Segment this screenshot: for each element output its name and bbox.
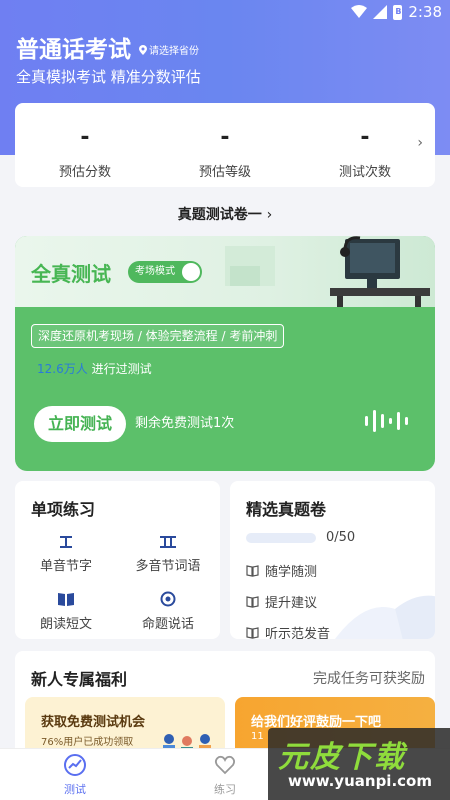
province-label: 请选择省份 (149, 46, 199, 57)
test-tab-icon (64, 754, 86, 776)
exam-mode-toggle[interactable]: 考场模式 (128, 261, 202, 283)
nav-tab-test[interactable]: 测试 (35, 753, 115, 797)
stat-label: 预估等级 (198, 165, 251, 180)
paper-link-label: 听示范发音 (265, 627, 331, 639)
tested-count-number: 12.6万人 (37, 362, 88, 376)
signal-icon (373, 5, 388, 19)
nav-tab-label: 练习 (214, 783, 236, 796)
watermark-url: www.yuanpi.com (288, 772, 432, 790)
stat-value: - (80, 125, 90, 150)
multi-syllable-icon (160, 536, 176, 548)
papers-progress-text: 0/50 (326, 530, 356, 545)
practice-multi-syllable[interactable]: 多音节词语 (122, 533, 214, 574)
link-improve-advice[interactable]: 提升建议 (246, 592, 317, 611)
status-bar: B 2:38 (0, 0, 450, 24)
stat-value: - (360, 125, 370, 150)
free-tests-remaining: 剩余免费测试1次 (135, 416, 235, 431)
nav-tab-label: 测试 (64, 783, 86, 796)
page-subtitle: 全真模拟考试 精准分数评估 (16, 68, 201, 86)
toggle-knob (182, 263, 200, 281)
watermark: 元皮下载 www.yuanpi.com (268, 728, 450, 800)
book-icon (246, 626, 259, 639)
sound-wave-icon (365, 410, 408, 432)
practice-topic-speech[interactable]: 命题说话 (122, 591, 214, 632)
paper-link-label: 随学随测 (265, 565, 318, 580)
exam-mode-label: 考场模式 (135, 266, 175, 277)
tested-count-suffix: 进行过测试 (91, 362, 152, 376)
single-practice-card: 单项练习 单音节字 多音节词语 朗读短文 命题说话 (15, 481, 220, 639)
page-title: 普通话考试 (16, 37, 131, 63)
practice-tab-icon (214, 755, 236, 775)
status-time: 2:38 (408, 3, 442, 21)
newbie-title: 新人专属福利 (31, 670, 128, 689)
practice-single-char[interactable]: 单音节字 (20, 533, 112, 574)
paper-selector-label: 真题测试卷一 (177, 207, 262, 223)
speech-icon (160, 591, 176, 607)
practice-label: 多音节词语 (135, 559, 201, 574)
link-demo-pronunciation[interactable]: 听示范发音 (246, 623, 330, 639)
practice-read-passage[interactable]: 朗读短文 (20, 591, 112, 632)
book-icon (246, 595, 259, 608)
location-pin-icon (139, 44, 147, 55)
single-char-icon (60, 536, 72, 548)
book-icon (58, 593, 74, 606)
papers-progress-bar (246, 533, 316, 543)
practice-label: 命题说话 (141, 617, 194, 632)
province-selector[interactable]: 请选择省份 (139, 42, 199, 57)
practice-label: 朗读短文 (39, 617, 92, 632)
practice-label: 单音节字 (39, 559, 92, 574)
selected-papers-title: 精选真题卷 (246, 500, 327, 519)
selected-papers-card[interactable]: 精选真题卷 0/50 随学随测 提升建议 听示范发音 (230, 481, 435, 639)
promo-subtitle: 11 (251, 731, 264, 742)
paper-selector[interactable]: 真题测试卷一 › (0, 204, 450, 224)
paper-link-label: 提升建议 (265, 596, 318, 611)
single-practice-title: 单项练习 (31, 500, 96, 519)
battery-icon: B (393, 4, 403, 20)
promo-subtitle: 76%用户已成功领取 (41, 737, 134, 748)
stat-test-count: - 测试次数 (305, 125, 425, 180)
nav-tab-practice[interactable]: 练习 (185, 753, 265, 797)
watermark-logo: 元皮下载 (278, 740, 406, 775)
chevron-right-icon: › (266, 207, 273, 223)
stat-label: 预估分数 (58, 165, 111, 180)
full-test-header: 全真测试 考场模式 (15, 236, 435, 307)
open-book-illustration (335, 595, 435, 639)
book-icon (246, 564, 259, 577)
full-test-card: 全真测试 考场模式 深度还原机考现场 / 体验完整流程 / 考前冲刺 12.6万… (15, 236, 435, 471)
link-learn-test[interactable]: 随学随测 (246, 561, 317, 580)
wifi-icon (351, 5, 368, 18)
start-test-button[interactable]: 立即测试 (34, 406, 126, 442)
tested-count: 12.6万人 进行过测试 (37, 360, 152, 377)
newbie-hint: 完成任务可获奖励 (313, 671, 425, 687)
stat-label: 测试次数 (338, 165, 391, 180)
chevron-right-icon[interactable]: › (417, 135, 423, 151)
stats-card[interactable]: - 预估分数 - 预估等级 - 测试次数 › (15, 103, 435, 187)
stat-estimated-score: - 预估分数 (25, 125, 145, 180)
full-test-title: 全真测试 (31, 262, 111, 286)
stat-value: - (220, 125, 230, 150)
stat-estimated-level: - 预估等级 (165, 125, 285, 180)
promo-title: 获取免费测试机会 (41, 715, 146, 730)
feature-tagline: 深度还原机考现场 / 体验完整流程 / 考前冲刺 (31, 324, 285, 348)
